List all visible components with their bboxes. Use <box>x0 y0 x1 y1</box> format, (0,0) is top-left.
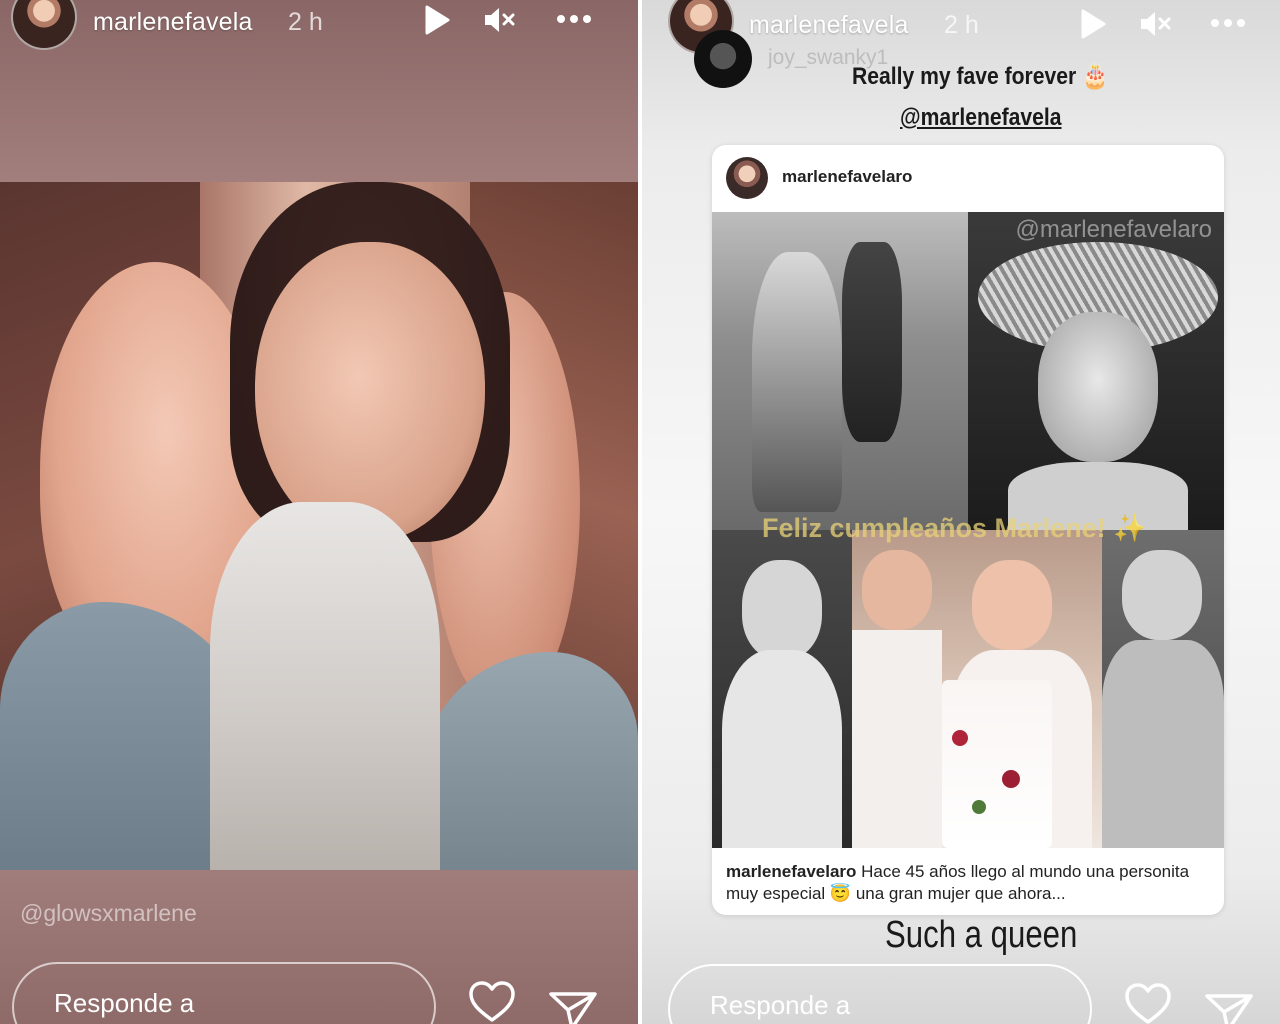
post-username[interactable]: marlenefavelaro <box>782 167 912 187</box>
story-left: marlenefavela 2 h @glowsxmarlene Respond… <box>0 0 638 1024</box>
reply-input[interactable]: Responde a <box>668 964 1092 1024</box>
story-image <box>0 182 638 870</box>
sticker-text: Really my fave forever 🎂 <box>852 63 1109 90</box>
send-icon[interactable] <box>1204 992 1254 1024</box>
post-caption: marlenefavelaro Hace 45 años llego al mu… <box>726 861 1216 905</box>
post-avatar[interactable] <box>726 157 768 199</box>
caption-username[interactable]: marlenefavelaro <box>726 862 856 881</box>
collage-photo <box>852 530 1102 848</box>
more-icon[interactable] <box>1210 16 1246 35</box>
collage-photo <box>1102 530 1224 848</box>
collage-caption: Feliz cumpleaños Marlene! ✨ <box>762 513 1147 543</box>
collage-photo: @marlenefavelaro <box>968 212 1224 530</box>
mention-sticker[interactable]: @marlenefavela <box>900 104 1061 132</box>
reposted-post-card[interactable]: marlenefavelaro @marlenefavelaro Feliz c… <box>712 145 1224 915</box>
mute-icon[interactable] <box>1138 8 1174 45</box>
story-header: marlenefavela 2 h <box>0 0 638 50</box>
reply-placeholder: Responde a <box>54 988 195 1018</box>
watermark: @marlenefavelaro <box>1015 216 1212 243</box>
collage-photo <box>712 530 852 848</box>
reply-placeholder: Responde a <box>710 990 851 1020</box>
footer-text: Such a queen <box>885 914 1078 956</box>
collage-photo <box>712 212 968 530</box>
mention-sticker[interactable]: @glowsxmarlene <box>20 900 197 927</box>
reply-input[interactable]: Responde a <box>12 962 436 1024</box>
play-icon[interactable] <box>420 4 452 41</box>
play-icon[interactable] <box>1076 8 1108 45</box>
mute-icon[interactable] <box>482 4 518 41</box>
post-image-collage: @marlenefavelaro Feliz cumpleaños Marlen… <box>712 212 1224 848</box>
timestamp: 2 h <box>288 8 323 36</box>
username[interactable]: marlenefavela <box>93 8 253 37</box>
username[interactable]: marlenefavela <box>749 11 909 40</box>
heart-icon[interactable] <box>468 980 516 1024</box>
reposter-avatar[interactable] <box>694 30 752 88</box>
more-icon[interactable] <box>556 12 592 31</box>
avatar[interactable] <box>11 0 77 50</box>
send-icon[interactable] <box>548 990 598 1024</box>
heart-icon[interactable] <box>1124 982 1172 1024</box>
timestamp: 2 h <box>944 11 979 39</box>
